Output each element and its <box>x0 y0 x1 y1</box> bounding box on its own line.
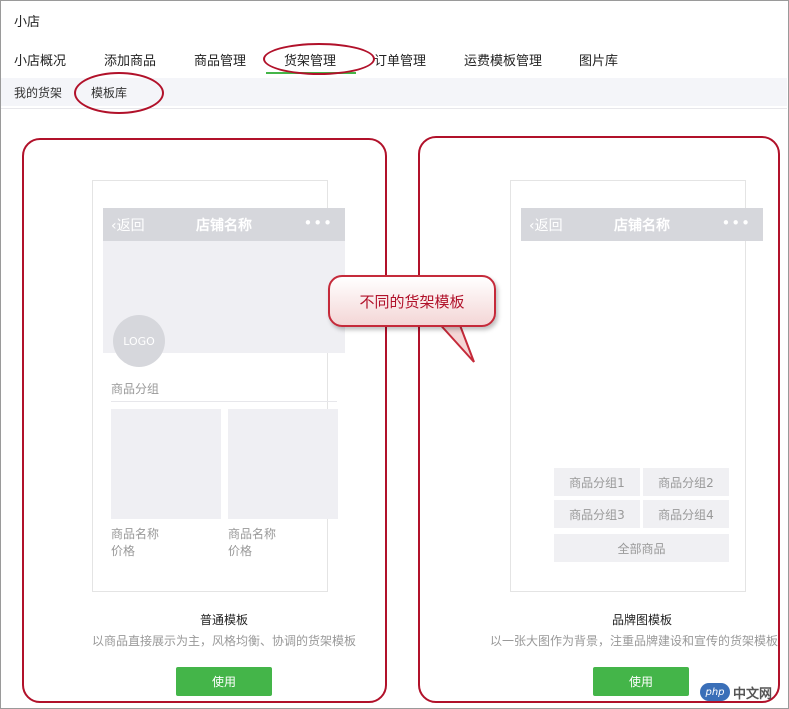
template-description: 以一张大图作为背景，注重品牌建设和宣传的货架模板 <box>490 634 779 648</box>
content-divider <box>1 108 787 109</box>
template-preview-standard: ‹返回 店铺名称 ••• LOGO 商品分组 商品名称 价格 商品名称 价格 <box>92 180 345 592</box>
subtab-template-library[interactable]: 模板库 <box>91 84 127 101</box>
group-button: 商品分组2 <box>643 468 729 496</box>
phone-header: ‹返回 店铺名称 ••• <box>103 208 345 241</box>
active-tab-indicator <box>266 72 356 74</box>
product-price: 价格 <box>111 544 136 558</box>
product-name: 商品名称 <box>111 527 160 541</box>
logo-placeholder: LOGO <box>113 315 165 367</box>
callout-bubble: 不同的货架模板 <box>328 275 496 327</box>
app-title: 小店 <box>14 15 41 30</box>
tab-shelf-management[interactable]: 货架管理 <box>284 50 336 69</box>
tab-add-product[interactable]: 添加商品 <box>104 50 156 69</box>
product-price: 价格 <box>228 544 253 558</box>
product-image <box>111 409 221 519</box>
phone-header: ‹返回 店铺名称 ••• <box>521 208 763 241</box>
more-icon: ••• <box>303 214 333 232</box>
watermark-badge: php <box>700 683 730 701</box>
sub-tab-bar: 我的货架 模板库 <box>1 78 787 106</box>
group-button: 商品分组4 <box>643 500 729 528</box>
tab-order-management[interactable]: 订单管理 <box>374 50 426 69</box>
group-button: 商品分组1 <box>554 468 640 496</box>
tab-image-library[interactable]: 图片库 <box>579 50 618 69</box>
category-divider <box>111 401 337 402</box>
template-preview-brand: ‹返回 店铺名称 ••• 商品分组1 商品分组2 商品分组3 商品分组4 全部商… <box>510 180 763 592</box>
template-name: 普通模板 <box>199 613 248 627</box>
tab-product-management[interactable]: 商品管理 <box>194 50 246 69</box>
template-description: 以商品直接展示为主，风格均衡、协调的货架模板 <box>91 634 356 648</box>
group-button: 商品分组3 <box>554 500 640 528</box>
more-icon: ••• <box>721 214 751 232</box>
site-watermark: php 中文网 <box>700 680 786 704</box>
use-template-button[interactable]: 使用 <box>176 667 272 696</box>
product-name: 商品名称 <box>228 527 277 541</box>
tab-shipping-template[interactable]: 运费模板管理 <box>464 50 542 69</box>
all-products-button: 全部商品 <box>554 534 729 562</box>
template-name: 品牌图模板 <box>611 613 672 627</box>
tab-overview[interactable]: 小店概况 <box>14 50 66 69</box>
product-image <box>228 409 338 519</box>
main-tab-bar: 小店概况 添加商品 商品管理 货架管理 订单管理 运费模板管理 图片库 <box>0 48 789 76</box>
use-template-button[interactable]: 使用 <box>593 667 689 696</box>
subtab-my-shelves[interactable]: 我的货架 <box>14 84 62 101</box>
category-label: 商品分组 <box>111 382 160 396</box>
watermark-text: 中文网 <box>733 686 773 702</box>
